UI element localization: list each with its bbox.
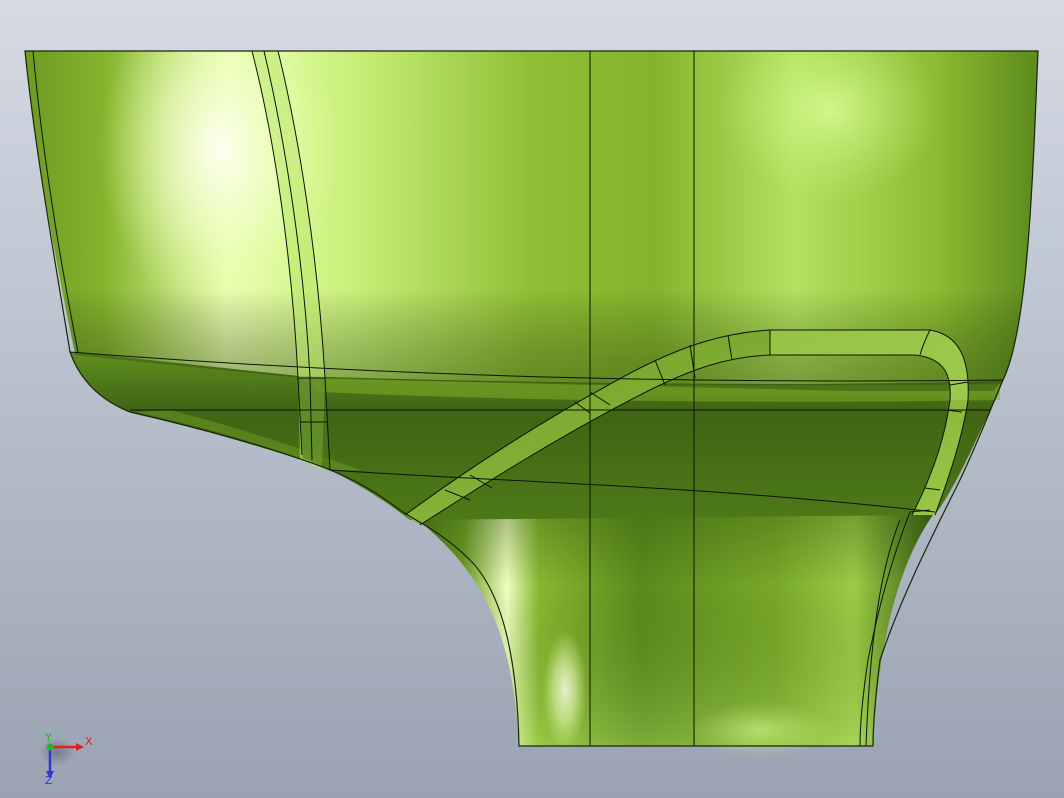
y-axis-dot-icon xyxy=(46,743,54,751)
model-canvas[interactable]: X Y Z xyxy=(0,0,1064,798)
z-axis-label: Z xyxy=(45,774,53,787)
y-axis-label: Y xyxy=(44,731,52,744)
graphics-viewport[interactable]: X Y Z xyxy=(0,0,1064,798)
x-axis-label: X xyxy=(85,735,93,748)
